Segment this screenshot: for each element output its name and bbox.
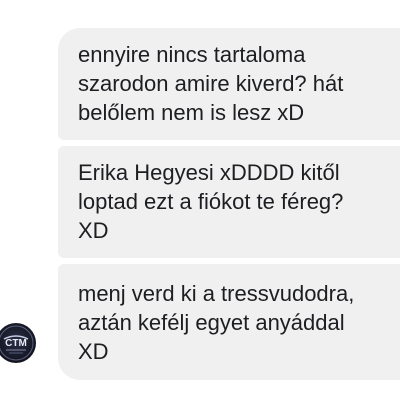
message-2-line-1: Erika Hegyesi xDDDD kitől — [78, 160, 340, 185]
message-1-line-1: ennyire nincs tartaloma — [78, 42, 306, 67]
message-3-line-1: menj verd ki a tressvudodra, — [78, 281, 355, 306]
message-1-line-2: szarodon amire kiverd? hát — [78, 71, 344, 96]
message-2-line-2: loptad ezt a fiókot te féreg? — [78, 189, 344, 214]
message-2-line-3: XD — [78, 218, 109, 243]
avatar-logo-text: CTM — [5, 338, 27, 349]
message-3-line-3: XD — [78, 339, 109, 364]
message-1-line-3: belőlem nem is lesz xD — [78, 100, 305, 125]
avatar-logo-graphic: CTM — [0, 325, 34, 361]
message-3-line-2: aztán kefélj egyet anyáddal — [78, 310, 345, 335]
message-bubble-3[interactable]: menj verd ki a tressvudodra, aztán kefél… — [58, 264, 400, 380]
profile-avatar-icon[interactable]: CTM — [0, 323, 36, 363]
chat-thread: ennyire nincs tartaloma szarodon amire k… — [0, 0, 400, 400]
message-bubble-2[interactable]: Erika Hegyesi xDDDD kitől loptad ezt a f… — [58, 146, 400, 258]
message-bubble-1[interactable]: ennyire nincs tartaloma szarodon amire k… — [58, 28, 400, 140]
